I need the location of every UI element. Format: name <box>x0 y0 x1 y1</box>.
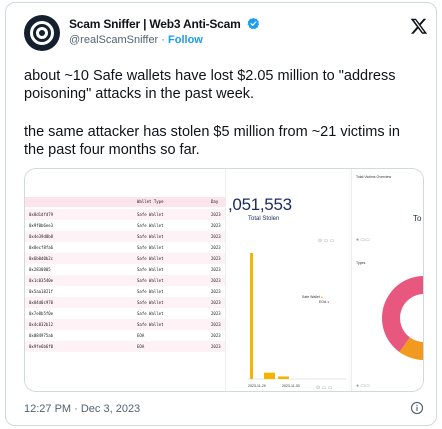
table-cell-type: Safe Wallet <box>137 300 164 305</box>
table-row: 0x1c03540e Safe Wallet 2023 <box>25 275 225 286</box>
overview-title: Total Victims Overview <box>356 175 392 179</box>
table-row: 0x4c832b12 Safe Wallet 2023 <box>25 319 225 330</box>
table-cell-address: 0x8ecf8fa6 <box>29 245 54 250</box>
bar <box>264 372 275 379</box>
table-cell-type: Safe Wallet <box>137 311 164 316</box>
separator: · <box>158 34 169 46</box>
table-cell-type: Safe Wallet <box>137 234 164 239</box>
legend-eoa: EOA ● <box>319 300 330 304</box>
table-cell-type: EOA <box>137 333 145 338</box>
table-cell-day: 2023 <box>211 289 221 294</box>
follow-button[interactable]: Follow <box>168 34 203 46</box>
table-row: 0x84d0c970 Safe Wallet 2023 <box>25 297 225 308</box>
table-cell-address: 0x6b0d0b2c <box>29 256 54 261</box>
table-cell-address: 0x084975ab <box>29 333 54 338</box>
table-cell-address: 0x2830805 <box>29 267 51 272</box>
types-title: Types <box>356 261 366 265</box>
overview-legend: ● ▭▭ <box>356 237 370 243</box>
types-legend: ● ▭▭ <box>356 383 370 389</box>
table-cell-type: Safe Wallet <box>137 256 164 261</box>
table-cell-address: 0x84d0c970 <box>29 300 54 305</box>
table-cell-day: 2023 <box>211 212 221 217</box>
table-cell-day: 2023 <box>211 245 221 250</box>
table-cell-type: EOA <box>137 344 145 349</box>
table-row: 0x9f0b6ee3 Safe Wallet 2023 <box>25 220 225 231</box>
stolen-bar-chart <box>248 253 346 380</box>
table-cell-day: 2023 <box>211 322 221 327</box>
handle[interactable]: @realScamSniffer <box>69 34 158 46</box>
table-cell-address: 0x9f0b6ee3 <box>29 223 54 228</box>
total-stolen-label: Total Stolen <box>248 216 280 222</box>
x-tick-2: 2023-11-30 <box>282 384 300 388</box>
tweet-text-paragraph-2: the same attacker has stolen $5 million … <box>24 124 400 158</box>
table-cell-type: Safe Wallet <box>137 212 164 217</box>
verified-badge-icon <box>247 17 260 30</box>
bottom-panel-controls: ⊙ ▭ ▭ <box>316 385 333 391</box>
table-cell-day: 2023 <box>211 278 221 283</box>
table-cell-type: Safe Wallet <box>137 278 164 283</box>
table-cell-day: 2023 <box>211 267 221 272</box>
total-stolen-panel: ,051,553 Total Stolen ⊙ ▭ ▭ Safe Wallet … <box>225 169 349 391</box>
legend-safe-wallet: Safe Wallet ● <box>302 295 323 299</box>
table-cell-day: 2023 <box>211 333 221 338</box>
table-cell-address: 0x4e39d0b8 <box>29 234 54 239</box>
table-row: 0x8d1dfd79 Safe Wallet 2023 <box>25 209 225 220</box>
table-cell-address: 0x1c03540e <box>29 278 54 283</box>
table-row: 0x9fe6b6f0 EOA 2023 <box>25 341 225 352</box>
table-row: 0x6b0d0b2c Safe Wallet 2023 <box>25 253 225 264</box>
x-tick-1: 2023-11-29 <box>248 384 266 388</box>
table-header-band <box>25 197 225 207</box>
table-header-day: Day <box>211 199 219 204</box>
table-row: 0x7e8b5f0e Safe Wallet 2023 <box>25 308 225 319</box>
tweet-media-image[interactable]: Wallet Type Day 0x8d1dfd79 Safe Wallet 202… <box>24 168 424 392</box>
table-cell-type: Safe Wallet <box>137 289 164 294</box>
table-cell-type: Safe Wallet <box>137 322 164 327</box>
victims-table: Wallet Type Day 0x8d1dfd79 Safe Wallet 202… <box>25 169 225 391</box>
bar <box>250 253 253 379</box>
tweet-text-paragraph-1: about ~10 Safe wallets have lost $2.05 m… <box>24 68 396 102</box>
author-name[interactable]: Scam Sniffer | Web3 Anti-Scam <box>69 17 241 31</box>
table-cell-type: Safe Wallet <box>137 223 164 228</box>
table-cell-day: 2023 <box>211 311 221 316</box>
avatar[interactable] <box>24 15 60 51</box>
table-cell-day: 2023 <box>211 344 221 349</box>
table-header-wallet-type: Wallet Type <box>137 199 164 204</box>
handle-line: @realScamSniffer · Follow <box>69 34 203 46</box>
x-logo-icon[interactable] <box>410 17 428 35</box>
table-cell-address: 0x7e8b5f0e <box>29 311 54 316</box>
table-cell-address: 0x5aa1821f <box>29 289 54 294</box>
table-cell-type: Safe Wallet <box>137 245 164 250</box>
table-row: 0x084975ab EOA 2023 <box>25 330 225 341</box>
table-cell-type: Safe Wallet <box>137 267 164 272</box>
victims-overview-panel: Total Victims Overview To ● ▭▭ Types ● ▭… <box>351 169 423 391</box>
table-row: 0x8ecf8fa6 Safe Wallet 2023 <box>25 242 225 253</box>
tweet-timestamp[interactable]: 12:27 PM · Dec 3, 2023 <box>24 403 140 415</box>
table-cell-day: 2023 <box>211 234 221 239</box>
types-donut-chart <box>382 276 423 360</box>
donut-slice <box>382 276 423 352</box>
table-row: 0x4e39d0b8 Safe Wallet 2023 <box>25 231 225 242</box>
table-cell-address: 0x8d1dfd79 <box>29 212 54 217</box>
overview-value-fragment: To <box>413 214 422 223</box>
table-cell-day: 2023 <box>211 256 221 261</box>
total-stolen-value: ,051,553 <box>228 195 292 214</box>
table-cell-address: 0x4c832b12 <box>29 322 54 327</box>
info-icon[interactable] <box>410 401 424 415</box>
table-cell-day: 2023 <box>211 300 221 305</box>
logo-dot <box>39 30 45 36</box>
table-cell-address: 0x9fe6b6f0 <box>29 344 54 349</box>
table-row: 0x5aa1821f Safe Wallet 2023 <box>25 286 225 297</box>
bar <box>278 376 289 379</box>
table-cell-day: 2023 <box>211 223 221 228</box>
table-row: 0x2830805 Safe Wallet 2023 <box>25 264 225 275</box>
tweet-card: Scam Sniffer | Web3 Anti-Scam @realScamS… <box>5 2 437 426</box>
